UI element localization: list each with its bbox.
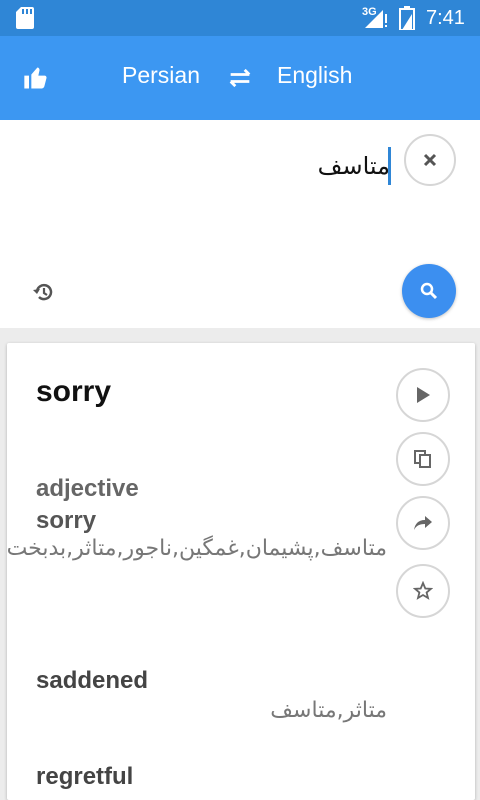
thumbs-up-icon[interactable] [22, 64, 50, 92]
status-bar: 3G 7:41 [0, 0, 480, 36]
share-button[interactable] [396, 496, 450, 550]
target-language-selector[interactable]: English [277, 62, 352, 89]
star-icon [413, 581, 433, 600]
history-icon[interactable] [32, 280, 56, 304]
source-language-selector[interactable]: Persian [122, 62, 200, 89]
swap-icon[interactable] [226, 64, 254, 92]
entry-translation: متاسف,پشیمان,غمگین,ناجور,متاثر,بدبخت [7, 536, 387, 561]
part-of-speech: adjective [36, 475, 139, 502]
search-button[interactable] [402, 264, 456, 318]
play-button[interactable] [396, 368, 450, 422]
entry-word: sorry [36, 507, 97, 534]
source-text-input[interactable]: متاسف [318, 152, 390, 180]
result-card: sorry adjective sorry متاسف,پشیمان,غمگین… [7, 343, 475, 800]
search-icon [420, 282, 438, 300]
clear-button[interactable] [404, 134, 456, 186]
battery-icon [399, 6, 415, 30]
entry-word: saddened [36, 667, 149, 694]
text-caret [388, 147, 391, 185]
signal-icon [365, 10, 387, 28]
entry-translation: متاثر,متاسف [270, 698, 387, 723]
copy-icon [414, 450, 431, 468]
result-headword: sorry [36, 375, 112, 408]
share-icon [414, 516, 432, 530]
copy-button[interactable] [396, 432, 450, 486]
close-icon [423, 153, 437, 167]
input-area: متاسف [0, 120, 480, 328]
clock: 7:41 [426, 7, 465, 29]
entry-word: regretful [36, 763, 134, 790]
play-icon [417, 387, 430, 403]
favorite-button[interactable] [396, 564, 450, 618]
app-toolbar: Persian English [0, 36, 480, 120]
sd-card-icon [16, 7, 34, 29]
